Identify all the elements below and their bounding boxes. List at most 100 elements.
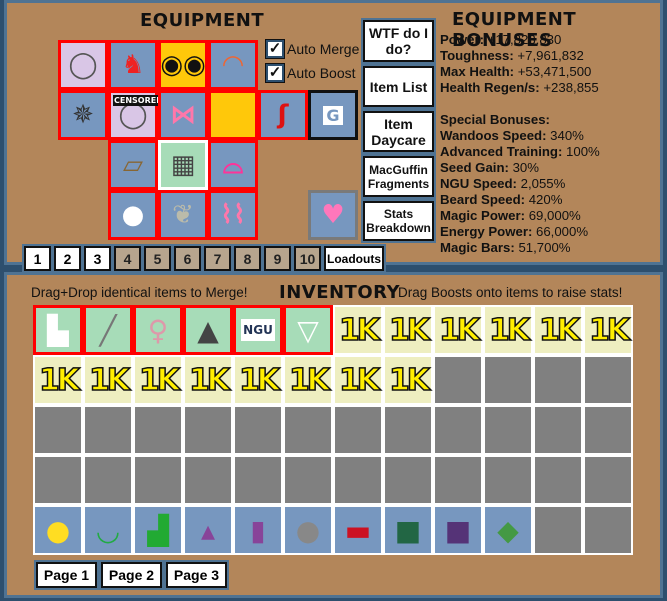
inventory-slot[interactable] (133, 455, 183, 505)
equipment-slot-ring-knife[interactable]: ◯ (58, 40, 108, 90)
inventory-slot[interactable] (283, 455, 333, 505)
auto-merge-checkbox[interactable]: ✓ Auto Merge (265, 39, 359, 59)
equipment-slot-chocolate-bar[interactable]: ▱ (108, 140, 158, 190)
inventory-slot[interactable] (433, 455, 483, 505)
loadout-button-8[interactable]: 8 (232, 244, 263, 273)
inventory-slot[interactable] (233, 455, 283, 505)
equipment-slot-pink-bow[interactable]: ⋈ (158, 90, 208, 140)
inventory-slot[interactable]: 1K (483, 305, 533, 355)
page-2-button[interactable]: Page 2 (99, 560, 164, 590)
inventory-slot[interactable]: 1K (383, 305, 433, 355)
equipment-slot-pink-slippers[interactable]: ⌇⌇ (208, 190, 258, 240)
wtf-button[interactable]: WTF do I do? (361, 18, 436, 64)
inventory-slot[interactable]: ▴ (183, 505, 233, 555)
inventory-slot[interactable]: 1K (133, 355, 183, 405)
inventory-slot[interactable]: ◆ (483, 505, 533, 555)
equipment-slot-pink-skirt[interactable]: ⌓ (208, 140, 258, 190)
inventory-slot[interactable]: 1K (383, 355, 433, 405)
page-1-button[interactable]: Page 1 (34, 560, 99, 590)
inventory-slot[interactable] (83, 405, 133, 455)
inventory-slot[interactable]: 1K (233, 355, 283, 405)
accessory-shirt-slot[interactable]: ♥ (308, 190, 358, 240)
rainbow-wig-icon: ◠ (223, 50, 243, 80)
inventory-slot[interactable] (583, 505, 633, 555)
inventory-slot[interactable]: NGU (233, 305, 283, 355)
inventory-slot[interactable] (383, 405, 433, 455)
inventory-slot[interactable] (483, 355, 533, 405)
inventory-slot[interactable]: ♀ (133, 305, 183, 355)
equipment-slot-censored-ring[interactable]: ◯ CENSORED (108, 90, 164, 140)
inventory-slot[interactable]: ▽ (283, 305, 333, 355)
inventory-slot[interactable] (183, 405, 233, 455)
inventory-slot[interactable]: ■ (433, 505, 483, 555)
equipment-slot-hamster[interactable]: ❦ (158, 190, 208, 240)
inventory-slot[interactable]: ● (283, 505, 333, 555)
loadout-button-9[interactable]: 9 (262, 244, 293, 273)
inventory-slot[interactable]: ▟ (133, 505, 183, 555)
page-3-button[interactable]: Page 3 (164, 560, 229, 590)
inventory-slot[interactable] (133, 405, 183, 455)
inventory-slot[interactable] (583, 405, 633, 455)
equipment-slot-red-creature[interactable]: ♞ (108, 40, 158, 90)
inventory-slot[interactable]: ▮ (233, 505, 283, 555)
inventory-slot[interactable] (383, 455, 433, 505)
stats-breakdown-button[interactable]: Stats Breakdown (361, 199, 436, 243)
inventory-slot[interactable] (483, 405, 533, 455)
loadout-button-6[interactable]: 6 (172, 244, 203, 273)
loadout-button-1[interactable]: 1 (22, 244, 53, 273)
macguffin-button[interactable]: MacGuffin Fragments (361, 154, 436, 199)
inventory-slot[interactable]: ◡ (83, 505, 133, 555)
inventory-slot[interactable]: 1K (83, 355, 133, 405)
loadout-button-3[interactable]: 3 (82, 244, 113, 273)
loadout-button-5[interactable]: 5 (142, 244, 173, 273)
inventory-slot[interactable] (533, 405, 583, 455)
equipment-slot-red-tail[interactable]: ʃ (258, 90, 308, 140)
inventory-slot[interactable] (283, 405, 333, 455)
inventory-slot[interactable]: ● (33, 505, 83, 555)
inventory-slot[interactable]: 1K (33, 355, 83, 405)
inventory-slot[interactable] (533, 505, 583, 555)
inventory-slot[interactable] (333, 405, 383, 455)
inventory-slot[interactable] (83, 455, 133, 505)
inventory-slot[interactable]: 1K (533, 305, 583, 355)
equipment-slot-spider-armor[interactable]: ✵ (58, 90, 108, 140)
item-list-button[interactable]: Item List (361, 64, 436, 109)
equipment-slot-rainbow-wig[interactable]: ◠ (208, 40, 258, 90)
inventory-slot[interactable]: 1K (583, 305, 633, 355)
equipment-slot-white-orb[interactable]: ● (108, 190, 158, 240)
inventory-slot[interactable] (583, 455, 633, 505)
loadout-button-10[interactable]: 10 (292, 244, 323, 273)
equipment-slot-empty-gold[interactable] (208, 90, 258, 140)
auto-boost-checkbox[interactable]: ✓ Auto Boost (265, 63, 356, 83)
inventory-slot[interactable] (33, 405, 83, 455)
loadout-button-7[interactable]: 7 (202, 244, 233, 273)
inventory-slot[interactable]: 1K (183, 355, 233, 405)
inventory-slot[interactable] (33, 455, 83, 505)
inventory-slot[interactable] (333, 455, 383, 505)
inventory-slot[interactable]: ▲ (183, 305, 233, 355)
item-daycare-button[interactable]: Item Daycare (361, 109, 436, 154)
inventory-slot[interactable]: ╱ (83, 305, 133, 355)
censored-label: CENSORED (113, 95, 164, 106)
inventory-slot[interactable] (183, 455, 233, 505)
inventory-slot[interactable]: 1K (333, 305, 383, 355)
inventory-slot[interactable] (533, 355, 583, 405)
inventory-slot[interactable] (583, 355, 633, 405)
inventory-slot[interactable] (433, 355, 483, 405)
inventory-slot[interactable]: ■ (383, 505, 433, 555)
equipment-slot-glasses[interactable]: ◉◉ (158, 40, 208, 90)
inventory-slot[interactable] (483, 455, 533, 505)
inventory-slot[interactable] (533, 455, 583, 505)
equipment-slot-calculator[interactable]: ▦ (158, 140, 208, 190)
loadout-button-4[interactable]: 4 (112, 244, 143, 273)
inventory-slot[interactable]: 1K (433, 305, 483, 355)
inventory-slot[interactable] (433, 405, 483, 455)
inventory-slot[interactable] (233, 405, 283, 455)
key-item-slot[interactable]: G (308, 90, 358, 140)
inventory-slot[interactable]: 1K (283, 355, 333, 405)
loadouts-button[interactable]: Loadouts (322, 244, 386, 273)
inventory-slot[interactable]: 1K (333, 355, 383, 405)
loadout-button-2[interactable]: 2 (52, 244, 83, 273)
inventory-slot[interactable]: ▬ (333, 505, 383, 555)
inventory-slot[interactable]: ▙ (33, 305, 83, 355)
